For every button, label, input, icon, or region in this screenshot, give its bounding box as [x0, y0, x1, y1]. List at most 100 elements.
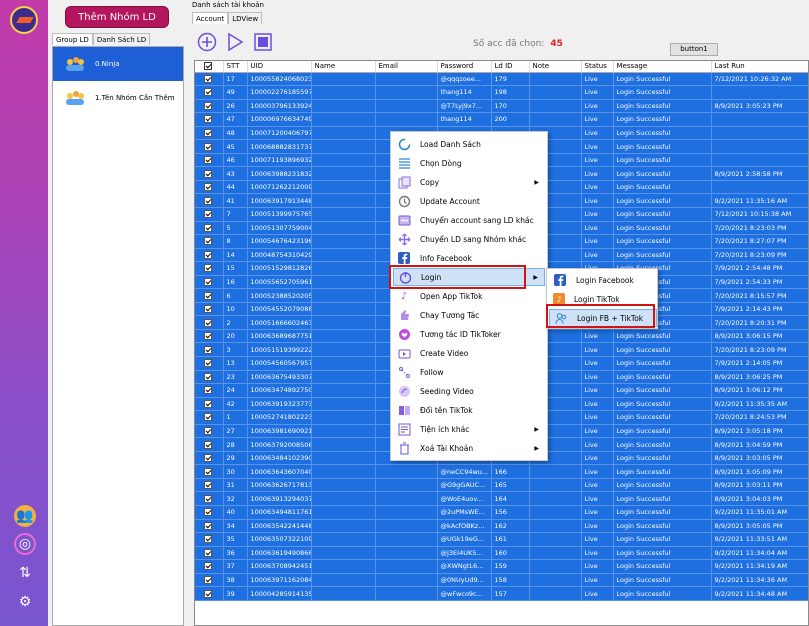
table-cell: 100051529812826 [247, 261, 312, 276]
row-checkbox[interactable] [195, 99, 224, 114]
menu-item-move-account[interactable]: Chuyển account sang LD khác [393, 211, 545, 229]
menu-item-interact-tiktoker[interactable]: Tương tác ID TikToker [393, 325, 545, 343]
row-checkbox[interactable] [195, 586, 224, 601]
menu-item-run-interaction[interactable]: Chay Tương Tác [393, 306, 545, 324]
row-checkbox[interactable] [195, 383, 224, 398]
menu-item-delete-account[interactable]: Xoá Tài Khoản ▶ [393, 439, 545, 457]
table-row[interactable]: 49 100002276185597 thang114 198 Live Login Su… [195, 85, 808, 100]
col-header[interactable]: Name [311, 61, 376, 73]
row-checkbox[interactable] [195, 505, 224, 520]
row-checkbox[interactable] [195, 329, 224, 344]
table-row[interactable]: 47 100006976634749 thang114 200 Live Login Su… [195, 112, 808, 127]
col-header[interactable]: Message [613, 61, 712, 73]
col-header[interactable]: Email [375, 61, 438, 73]
row-checkbox[interactable] [195, 491, 224, 506]
row-checkbox[interactable] [195, 573, 224, 588]
row-checkbox[interactable] [195, 464, 224, 479]
table-row[interactable]: 36 100063619490866 @J3EI4UK5... 160 Live Logi… [195, 546, 808, 561]
menu-item-rename-tiktok[interactable]: Đổi tên TikTok [393, 401, 545, 419]
row-checkbox[interactable] [195, 234, 224, 249]
col-header[interactable]: Note [529, 61, 582, 73]
menu-item-create-video[interactable]: Create Video [393, 344, 545, 362]
row-checkbox[interactable] [195, 356, 224, 371]
row-checkbox[interactable] [195, 180, 224, 195]
table-cell: 100063542241448 [247, 519, 312, 534]
tab-ldview[interactable]: LDView [228, 12, 263, 24]
col-header[interactable]: Ld ID [491, 61, 530, 73]
col-header[interactable]: Last Run [711, 61, 808, 73]
refresh-circle-icon[interactable]: ◎ [14, 533, 36, 555]
row-checkbox[interactable] [195, 424, 224, 439]
row-checkbox[interactable] [195, 126, 224, 141]
add-icon[interactable] [197, 32, 217, 52]
row-checkbox[interactable] [195, 437, 224, 452]
table-row[interactable]: 39 100004285914135 @wFwco9c... 157 Live Login… [195, 586, 808, 601]
row-checkbox[interactable] [195, 248, 224, 263]
col-header[interactable]: Status [581, 61, 614, 73]
row-checkbox[interactable] [195, 519, 224, 534]
row-checkbox[interactable] [195, 166, 224, 181]
col-header[interactable]: STT [223, 61, 248, 73]
row-checkbox[interactable] [195, 315, 224, 330]
table-row[interactable]: 34 100063542241448 @kAcfOBKz... 162 Live Logi… [195, 519, 808, 534]
sync-icon[interactable]: ⇅ [14, 562, 36, 584]
tab-danh-sach-ld[interactable]: Danh Sách LD [92, 33, 151, 45]
row-checkbox[interactable] [195, 72, 224, 87]
table-row[interactable]: 30 100063643607040 @neCC94wu... 166 Live Logi… [195, 464, 808, 479]
row-checkbox[interactable] [195, 546, 224, 561]
menu-item-update-account[interactable]: Update Account [393, 192, 545, 210]
row-checkbox[interactable] [195, 342, 224, 357]
group-item[interactable]: 0.Ninja [53, 47, 183, 81]
add-group-button[interactable]: Thêm Nhóm LD [65, 6, 169, 28]
row-checkbox[interactable] [195, 139, 224, 154]
submenu-item-login-facebook[interactable]: Login Facebook [549, 271, 657, 289]
table-row[interactable]: 40 100063494811761 @2uPMsWE... 156 Live Login… [195, 505, 808, 520]
menu-item-move-ld-group[interactable]: Chuyển LD sang Nhóm khác [393, 230, 545, 248]
menu-item-open-tiktok[interactable]: ♪ Open App TikTok [393, 287, 545, 305]
tab-account[interactable]: Account [192, 12, 229, 24]
row-checkbox[interactable] [195, 275, 224, 290]
group-icon[interactable]: 👥 [14, 505, 36, 527]
row-checkbox[interactable] [195, 85, 224, 100]
play-icon[interactable] [225, 32, 245, 52]
table-row[interactable]: 26 100003796133924 @T7Lyj9x7... 170 Live Logi… [195, 99, 808, 114]
table-row[interactable]: 35 100063507322109 @UGk19eG... 161 Live Login… [195, 532, 808, 547]
row-checkbox[interactable] [195, 478, 224, 493]
table-row[interactable]: 31 100063626717813 @G9gGAUC... 165 Live Login… [195, 478, 808, 493]
button1[interactable]: button1 [670, 43, 718, 56]
group-avatar-icon [65, 90, 85, 106]
col-header[interactable]: Password [437, 61, 492, 73]
menu-item-follow[interactable]: Follow [393, 363, 545, 381]
col-header[interactable]: UID [247, 61, 312, 73]
row-checkbox[interactable] [195, 532, 224, 547]
table-row[interactable]: 37 100063708942451 @XWNgtL6... 159 Live Login… [195, 559, 808, 574]
tab-group-ld[interactable]: Group LD [52, 33, 93, 45]
row-checkbox[interactable] [195, 370, 224, 385]
table-row[interactable]: 17 100055824068023 @qqqzoee... 179 Live Login… [195, 72, 808, 87]
row-checkbox[interactable] [195, 221, 224, 236]
row-checkbox[interactable] [195, 302, 224, 317]
row-checkbox[interactable] [195, 410, 224, 425]
row-checkbox[interactable] [195, 193, 224, 208]
stop-icon[interactable] [253, 32, 273, 52]
row-checkbox[interactable] [195, 451, 224, 466]
menu-item-seeding-video[interactable]: Seeding Video [393, 382, 545, 400]
table-cell [375, 505, 438, 520]
table-row[interactable]: 38 100063971162084 @0NUyUd9... 158 Live Login… [195, 573, 808, 588]
table-cell: Live [581, 126, 614, 141]
row-checkbox[interactable] [195, 153, 224, 168]
select-all-checkbox[interactable] [195, 61, 224, 73]
group-item[interactable]: 1.Tên Nhóm Cần Thêm [53, 81, 183, 115]
menu-item-load-list[interactable]: Load Danh Sách [393, 135, 545, 153]
settings-icon[interactable]: ⚙ [14, 591, 36, 613]
menu-item-other-tools[interactable]: Tiện ích khác ▶ [393, 420, 545, 438]
row-checkbox[interactable] [195, 112, 224, 127]
table-row[interactable]: 32 100063913294037 @WoE4uov... 164 Live Login… [195, 491, 808, 506]
row-checkbox[interactable] [195, 559, 224, 574]
row-checkbox[interactable] [195, 288, 224, 303]
row-checkbox[interactable] [195, 261, 224, 276]
menu-item-copy[interactable]: Copy ▶ [393, 173, 545, 191]
menu-item-select-rows[interactable]: Chọn Dòng [393, 154, 545, 172]
row-checkbox[interactable] [195, 207, 224, 222]
row-checkbox[interactable] [195, 397, 224, 412]
